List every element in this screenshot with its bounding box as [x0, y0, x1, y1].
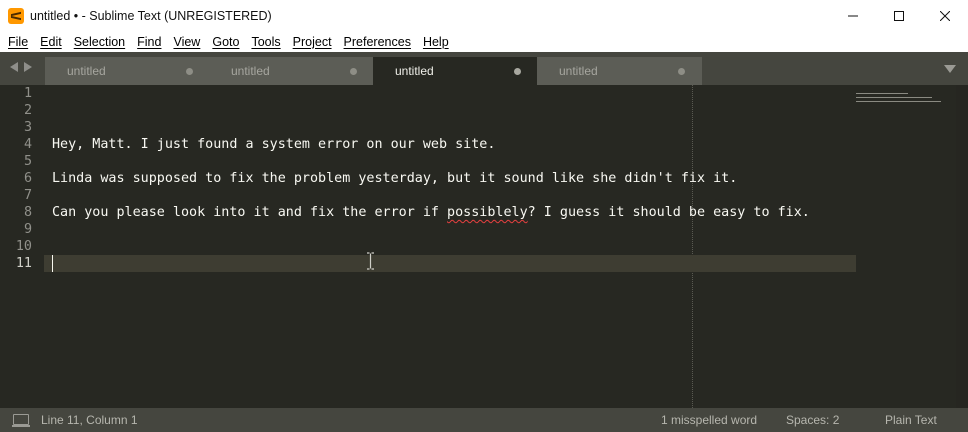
title-bar: untitled • - Sublime Text (UNREGISTERED) [0, 0, 968, 31]
tab-label: untitled [559, 64, 598, 78]
line-number: 10 [15, 239, 32, 254]
line-number: 1 [23, 86, 32, 101]
menu-tools[interactable]: Tools [247, 35, 284, 49]
sublime-text-logo-icon [8, 7, 24, 24]
maximize-button[interactable] [876, 0, 922, 31]
line-number: 5 [23, 154, 32, 169]
line-number: 6 [23, 171, 32, 186]
unsaved-dot-icon[interactable] [514, 68, 521, 75]
vertical-scrollbar[interactable] [956, 85, 968, 408]
menu-preferences[interactable]: Preferences [340, 35, 415, 49]
editor-line: 1 [0, 85, 968, 102]
editor-line: 8 Can you please look into it and fix th… [0, 204, 968, 221]
line-text-after: ? I guess it should be easy to fix. [527, 205, 810, 220]
editor-line: 2 [0, 102, 968, 119]
tab-list-dropdown-icon[interactable] [944, 65, 956, 73]
indentation-setting[interactable]: Spaces: 2 [786, 413, 839, 427]
line-number: 3 [23, 120, 32, 135]
menu-help[interactable]: Help [419, 35, 453, 49]
cursor-position: Line 11, Column 1 [41, 413, 138, 427]
line-text: Can you please look into it and fix the … [52, 204, 810, 221]
window-title: untitled • - Sublime Text (UNREGISTERED) [30, 8, 272, 23]
minimize-button[interactable] [830, 0, 876, 31]
tab-label: untitled [67, 64, 106, 78]
panel-toggle-icon[interactable] [12, 414, 30, 427]
tab-untitled-4[interactable]: untitled [537, 57, 702, 85]
editor-line: 6 Linda was supposed to fix the problem … [0, 170, 968, 187]
editor-line: 9 [0, 221, 968, 238]
editor-line: 5 [0, 153, 968, 170]
status-bar: Line 11, Column 1 1 misspelled word Spac… [0, 408, 968, 432]
line-number: 8 [23, 205, 32, 220]
close-button[interactable] [922, 0, 968, 31]
text-caret [52, 255, 53, 272]
menu-file[interactable]: File [4, 35, 32, 49]
previous-tab-arrow-icon[interactable] [10, 62, 18, 72]
maximize-icon [894, 10, 904, 21]
line-number: 11 [15, 256, 32, 271]
minimap-line [856, 101, 941, 102]
minimap-line [856, 97, 932, 98]
menu-selection[interactable]: Selection [70, 35, 129, 49]
tab-untitled-1[interactable]: untitled [45, 57, 210, 85]
minimize-icon [848, 15, 858, 16]
menu-view[interactable]: View [169, 35, 204, 49]
syntax-selector[interactable]: Plain Text [885, 413, 937, 427]
close-icon [940, 10, 950, 21]
editor-line: 4 Hey, Matt. I just found a system error… [0, 136, 968, 153]
menu-find[interactable]: Find [133, 35, 165, 49]
line-number: 9 [23, 222, 32, 237]
tab-untitled-active[interactable]: untitled [373, 57, 538, 85]
current-line: 11 [0, 255, 968, 272]
line-text-before: Can you please look into it and fix the … [52, 205, 448, 220]
line-number: 2 [23, 103, 32, 118]
editor-line: 7 [0, 187, 968, 204]
misspelled-word[interactable]: possiblely [447, 205, 528, 220]
menu-project[interactable]: Project [289, 35, 336, 49]
next-tab-arrow-icon[interactable] [24, 62, 32, 72]
tab-label: untitled [231, 64, 270, 78]
spelling-status[interactable]: 1 misspelled word [661, 413, 757, 427]
line-text: Linda was supposed to fix the problem ye… [52, 171, 738, 186]
window-controls [830, 0, 968, 31]
line-number: 4 [23, 137, 32, 152]
editor[interactable]: 1 2 3 4 Hey, Matt. I just found a system… [0, 85, 968, 408]
minimap-line [856, 93, 908, 94]
menu-edit[interactable]: Edit [36, 35, 66, 49]
line-text: Hey, Matt. I just found a system error o… [52, 137, 496, 152]
tab-untitled-2[interactable]: untitled [209, 57, 374, 85]
tab-navigation [10, 62, 32, 72]
minimap[interactable] [856, 89, 946, 119]
editor-line: 10 [0, 238, 968, 255]
line-number: 7 [23, 188, 32, 203]
tab-bar: untitled untitled untitled untitled [0, 52, 968, 85]
menu-bar: File Edit Selection Find View Goto Tools… [0, 31, 968, 52]
unsaved-dot-icon[interactable] [350, 68, 357, 75]
ibeam-cursor-icon [367, 252, 374, 270]
current-line-highlight [44, 255, 856, 272]
editor-line: 3 [0, 119, 968, 136]
unsaved-dot-icon[interactable] [186, 68, 193, 75]
unsaved-dot-icon[interactable] [678, 68, 685, 75]
tab-label: untitled [395, 64, 434, 78]
menu-goto[interactable]: Goto [208, 35, 243, 49]
